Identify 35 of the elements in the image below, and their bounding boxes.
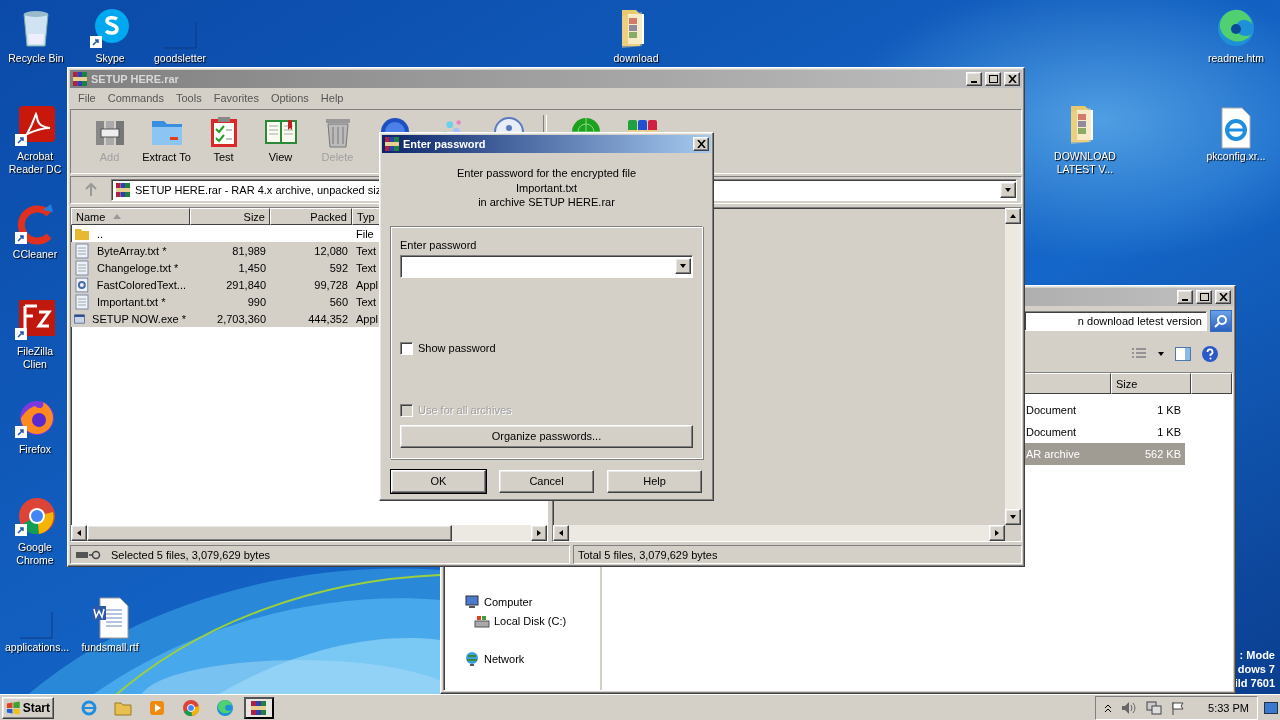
size-cell-text: 1 KB — [1156, 403, 1182, 418]
status-text: Total 5 files, 3,079,629 bytes — [578, 548, 718, 561]
packed-cell-text: 444,352 — [307, 312, 349, 325]
edition-text: ild 7601 — [1234, 676, 1275, 690]
packed-cell-text: 99,728 — [313, 278, 349, 291]
packed-cell-text: 560 — [328, 295, 349, 308]
type-cell-text: Document — [1025, 403, 1078, 418]
size-cell-text: 1,450 — [237, 261, 267, 274]
size-cell-text: 291,840 — [225, 278, 267, 291]
type-cell-text: Text — [355, 261, 378, 274]
file-name: .. — [96, 227, 105, 240]
type-cell-text: Text — [355, 244, 378, 257]
status-text: Selected 5 files, 3,079,629 bytes — [111, 548, 270, 561]
type-cell-text: Text — [355, 295, 378, 308]
edition-text: dows 7 — [1237, 662, 1275, 676]
type-cell-text: Appl — [355, 278, 380, 291]
file-name: FastColoredText... — [95, 278, 187, 291]
file-name: SETUP NOW.exe * — [91, 312, 187, 325]
size-cell: 562 KB — [1111, 443, 1185, 465]
size-cell-text: 990 — [246, 295, 267, 308]
type-cell-text: Document — [1025, 425, 1078, 440]
size-cell-text: 2,703,360 — [216, 312, 267, 325]
edition-text: : Mode — [1239, 648, 1275, 662]
type-cell-text: Appl — [355, 312, 380, 325]
dialog-title: Enter password — [403, 138, 487, 150]
packed-cell-text: 12,080 — [313, 244, 349, 257]
type-cell: AR archive — [1022, 443, 1111, 465]
file-name: Changeloge.txt * — [96, 261, 180, 274]
file-name: ByteArray.txt * — [96, 244, 168, 257]
packed-cell-text: 592 — [328, 261, 349, 274]
size-cell-text: 81,989 — [231, 244, 267, 257]
size-cell-text: 1 KB — [1156, 425, 1182, 440]
type-cell-text: File — [355, 227, 375, 240]
file-name: Important.txt * — [96, 295, 167, 308]
window-title: SETUP HERE.rar — [91, 73, 180, 85]
